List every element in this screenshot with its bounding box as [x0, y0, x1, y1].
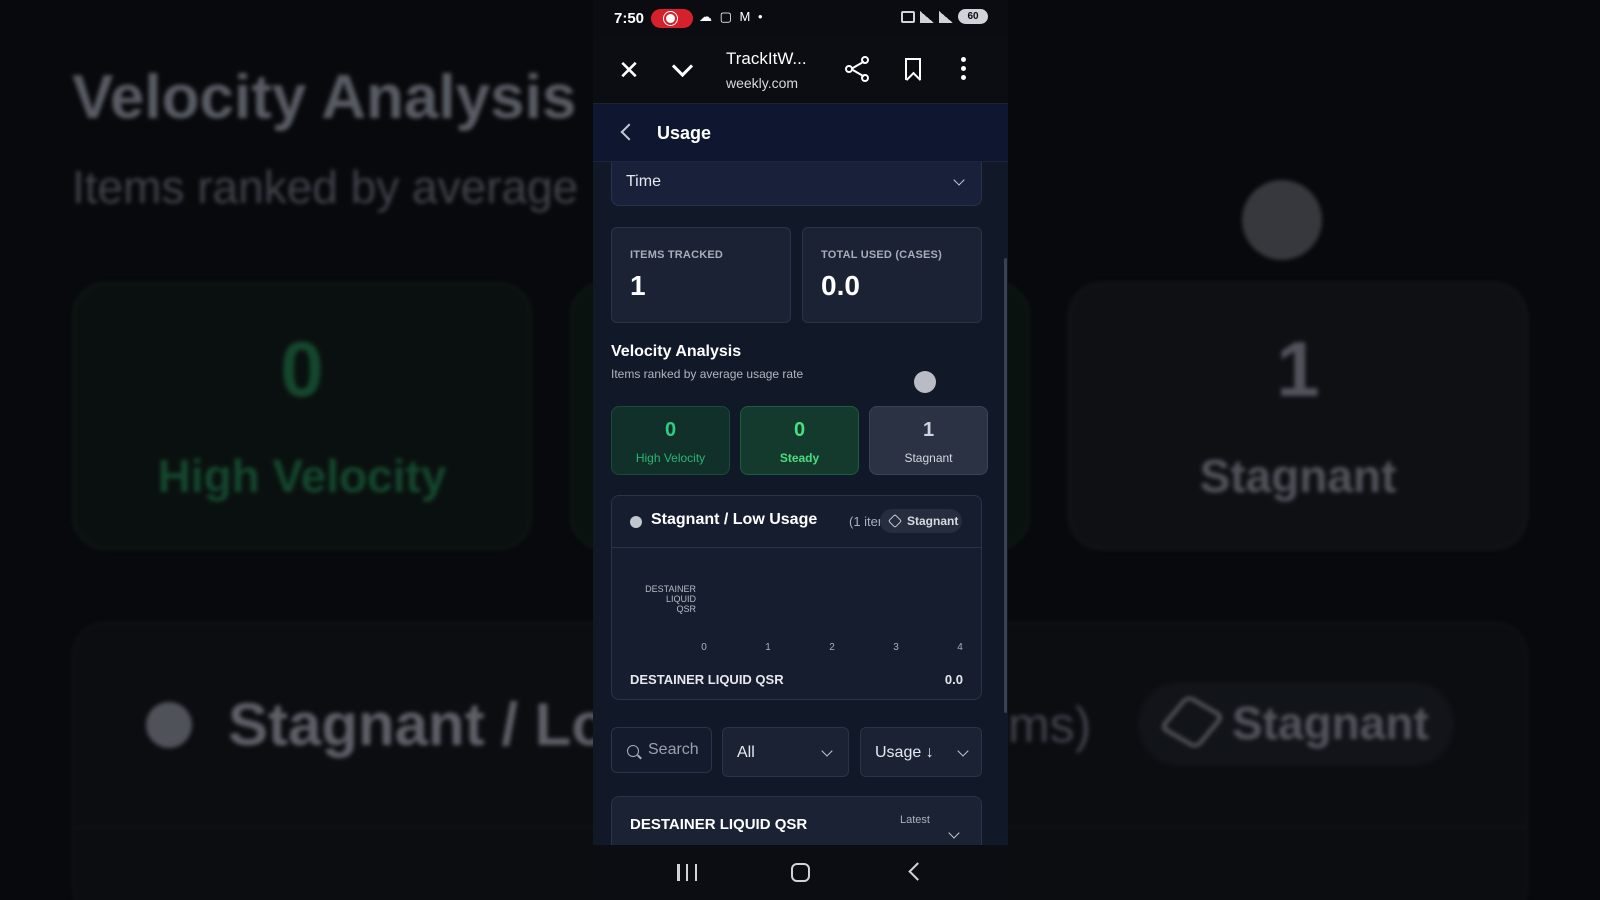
list-item-latest-label: Latest	[900, 814, 930, 826]
chart-x-tick: 2	[829, 642, 835, 653]
stagnant-label: Stagnant	[904, 451, 953, 465]
steady-count: 0	[793, 419, 806, 441]
bg-panel-title: Stagnant / Lo	[228, 691, 608, 758]
bg-high-velocity-card: 0 High Velocity	[72, 282, 532, 550]
status-dot	[630, 516, 642, 528]
home-icon[interactable]	[791, 863, 810, 882]
total-used-label: TOTAL USED (CASES)	[821, 249, 942, 261]
stagnant-filter-card[interactable]: 1 Stagnant	[869, 406, 988, 475]
bg-high-velocity-count: 0	[280, 325, 324, 413]
velocity-analysis-title: Velocity Analysis	[611, 343, 742, 360]
steady-label: Steady	[779, 451, 820, 465]
back-icon[interactable]	[908, 862, 927, 881]
bg-stagnant-count: 1	[1276, 325, 1320, 413]
wifi-icon	[920, 10, 934, 23]
time-filter-select[interactable]: Time	[611, 162, 982, 206]
category-select[interactable]: All	[722, 727, 849, 777]
item-row-name: DESTAINER LIQUID QSR	[630, 672, 784, 687]
bg-badge-label: Stagnant	[1232, 697, 1429, 749]
bg-panel-count: ms)	[1008, 697, 1092, 753]
chevron-down-icon	[957, 745, 969, 757]
bookmark-icon[interactable]	[905, 58, 921, 80]
list-item-name: DESTAINER LIQUID QSR	[630, 816, 808, 833]
status-time: 7:50	[614, 10, 645, 27]
items-tracked-value: 1	[630, 270, 646, 301]
browser-toolbar: ✕ TrackItW... weekly.com	[593, 38, 1008, 104]
list-item[interactable]: DESTAINER LIQUID QSR Latest	[611, 796, 982, 845]
browser-page-title: TrackItW...	[726, 49, 807, 68]
category-select-value: All	[737, 744, 755, 761]
search-icon	[627, 745, 639, 757]
items-tracked-label: ITEMS TRACKED	[630, 249, 724, 261]
items-tracked-card: ITEMS TRACKED 1	[611, 227, 791, 323]
stagnant-badge-label: Stagnant	[907, 514, 959, 528]
search-box[interactable]	[611, 727, 712, 773]
chevron-down-icon	[953, 174, 965, 186]
sort-select-value: Usage ↓	[875, 744, 934, 761]
stagnant-badge: Stagnant	[880, 509, 962, 533]
velocity-analysis-subtitle: Items ranked by average usage rate	[611, 367, 804, 381]
chevron-down-icon[interactable]	[948, 827, 960, 839]
back-arrow-icon[interactable]	[620, 123, 638, 141]
time-filter-value: Time	[626, 173, 661, 190]
bg-high-velocity-label: High Velocity	[157, 450, 447, 502]
status-bar: 7:50 ☁ ▢ M • 60	[593, 0, 1008, 38]
bg-stagnant-label: Stagnant	[1199, 450, 1397, 502]
total-used-value: 0.0	[821, 270, 860, 301]
chart-x-tick: 4	[957, 642, 963, 653]
high-velocity-label: High Velocity	[635, 451, 706, 465]
recents-icon[interactable]	[677, 864, 697, 881]
app-header: Usage	[593, 104, 1008, 162]
touch-indicator	[914, 371, 936, 393]
signal-icon	[939, 10, 953, 23]
page-title: Usage	[657, 123, 712, 143]
share-icon[interactable]	[845, 56, 871, 82]
phone-screen: 7:50 ☁ ▢ M • 60 ✕ TrackItW... weekly.com…	[593, 0, 1008, 900]
high-velocity-filter-card[interactable]: 0 High Velocity	[611, 406, 730, 475]
search-input[interactable]	[648, 740, 706, 760]
chart-x-tick: 1	[765, 642, 771, 653]
notification-icons: ☁ ▢ M •	[699, 9, 765, 24]
stagnant-count: 1	[922, 419, 935, 441]
item-row-value: 0.0	[944, 672, 963, 687]
screen-record-icon	[651, 9, 693, 28]
bg-velocity-subtitle: Items ranked by average	[72, 161, 579, 213]
chevron-down-icon[interactable]	[671, 56, 695, 80]
chart-category-label: DESTAINER LIQUID QSR	[645, 584, 696, 614]
stagnant-usage-panel: Stagnant / Low Usage (1 items) Stagnant …	[611, 495, 982, 700]
usage-content[interactable]: Time ITEMS TRACKED 1 TOTAL USED (CASES) …	[593, 162, 1008, 845]
scrollbar[interactable]	[1004, 258, 1007, 713]
chart-x-tick: 3	[893, 642, 899, 653]
browser-url[interactable]: weekly.com	[726, 75, 798, 91]
panel-title: Stagnant / Low Usage	[651, 511, 818, 528]
panel-divider	[612, 547, 981, 548]
system-nav-bar	[593, 845, 1008, 900]
high-velocity-count: 0	[664, 419, 677, 441]
steady-filter-card[interactable]: 0 Steady	[740, 406, 859, 475]
chart-x-tick: 0	[701, 642, 707, 653]
total-used-card: TOTAL USED (CASES) 0.0	[802, 227, 982, 323]
bg-touch-indicator	[1242, 180, 1322, 260]
close-icon[interactable]: ✕	[617, 57, 641, 83]
bg-status-dot	[146, 702, 192, 748]
bg-stagnant-card: 1 Stagnant	[1068, 282, 1528, 550]
cube-icon	[887, 513, 903, 529]
more-options-icon[interactable]	[961, 57, 967, 81]
cast-icon	[901, 10, 915, 23]
system-icons: 60	[901, 9, 988, 24]
chevron-down-icon	[821, 745, 833, 757]
bg-velocity-title: Velocity Analysis	[72, 63, 577, 132]
sort-select[interactable]: Usage ↓	[860, 727, 982, 777]
battery-icon: 60	[958, 9, 988, 24]
